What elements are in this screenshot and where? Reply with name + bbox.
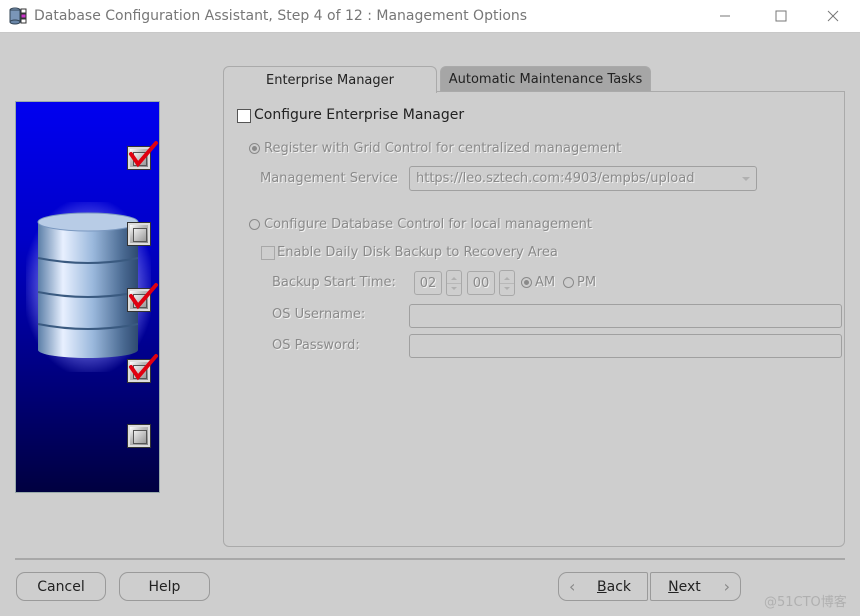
database-cylinder-icon	[37, 212, 139, 358]
tab-automatic-maintenance-tasks[interactable]: Automatic Maintenance Tasks	[440, 66, 651, 92]
configure-em-checkbox[interactable]	[237, 109, 251, 123]
next-label: Next	[668, 578, 701, 595]
back-button[interactable]: ‹ Back	[558, 572, 648, 601]
checkmark-icon	[129, 354, 158, 381]
grid-control-label: Register with Grid Control for centraliz…	[264, 141, 622, 156]
backup-minute-spinner[interactable]	[499, 270, 515, 296]
db-control-label: Configure Database Control for local man…	[264, 217, 592, 232]
os-password-label: OS Password:	[272, 338, 360, 353]
management-service-value: https://leo.sztech.com:4903/empbs/upload	[416, 171, 695, 186]
title-bar: Database Configuration Assistant, Step 4…	[0, 0, 860, 33]
daily-backup-label: Enable Daily Disk Backup to Recovery Are…	[277, 245, 558, 260]
divider	[15, 558, 845, 560]
daily-backup-checkbox[interactable]	[261, 246, 275, 260]
management-service-label: Management Service	[260, 171, 398, 186]
help-button[interactable]: Help	[119, 572, 210, 601]
backup-hour-field[interactable]: 02	[414, 271, 442, 295]
step-indicator-2	[127, 222, 151, 246]
spinner-down-icon	[451, 287, 457, 290]
am-label: AM	[535, 275, 556, 290]
tab-label: Automatic Maintenance Tasks	[448, 72, 643, 87]
spinner-up-icon	[451, 277, 457, 280]
os-username-label: OS Username:	[272, 307, 366, 322]
management-service-dropdown[interactable]: https://leo.sztech.com:4903/empbs/upload	[409, 166, 757, 191]
am-radio[interactable]	[521, 277, 532, 288]
pm-radio[interactable]	[563, 277, 574, 288]
db-control-radio[interactable]	[249, 219, 260, 230]
tab-enterprise-manager[interactable]: Enterprise Manager	[223, 66, 437, 93]
wizard-progress-panel	[15, 101, 160, 493]
backup-hour-spinner[interactable]	[446, 270, 462, 296]
minimize-button[interactable]	[700, 0, 750, 32]
watermark: @51CTO博客	[764, 595, 847, 610]
next-button[interactable]: Next ›	[650, 572, 741, 601]
backup-start-time-label: Backup Start Time:	[272, 275, 396, 290]
os-password-field[interactable]	[409, 334, 842, 358]
window-title: Database Configuration Assistant, Step 4…	[34, 8, 528, 24]
cancel-label: Cancel	[37, 578, 85, 595]
dbca-database-icon	[9, 7, 27, 25]
tab-label: Enterprise Manager	[266, 72, 394, 88]
cancel-button[interactable]: Cancel	[16, 572, 106, 601]
help-label: Help	[148, 578, 181, 595]
pm-label: PM	[577, 275, 597, 290]
maximize-button[interactable]	[756, 0, 806, 32]
checkmark-icon	[129, 141, 158, 168]
back-label: Back	[597, 578, 631, 595]
grid-control-radio[interactable]	[249, 143, 260, 154]
spinner-up-icon	[504, 277, 510, 280]
backup-minute-field[interactable]: 00	[467, 271, 495, 295]
configure-em-label: Configure Enterprise Manager	[254, 107, 465, 123]
close-icon	[827, 10, 839, 22]
os-username-field[interactable]	[409, 304, 842, 328]
chevron-down-icon	[742, 177, 750, 181]
close-button[interactable]	[808, 0, 858, 32]
chevron-left-icon: ‹	[569, 577, 576, 596]
chevron-right-icon: ›	[723, 577, 730, 596]
checkmark-icon	[129, 283, 158, 310]
maximize-icon	[775, 10, 787, 22]
step-indicator-5	[127, 424, 151, 448]
spinner-down-icon	[504, 287, 510, 290]
minimize-icon	[720, 15, 730, 17]
